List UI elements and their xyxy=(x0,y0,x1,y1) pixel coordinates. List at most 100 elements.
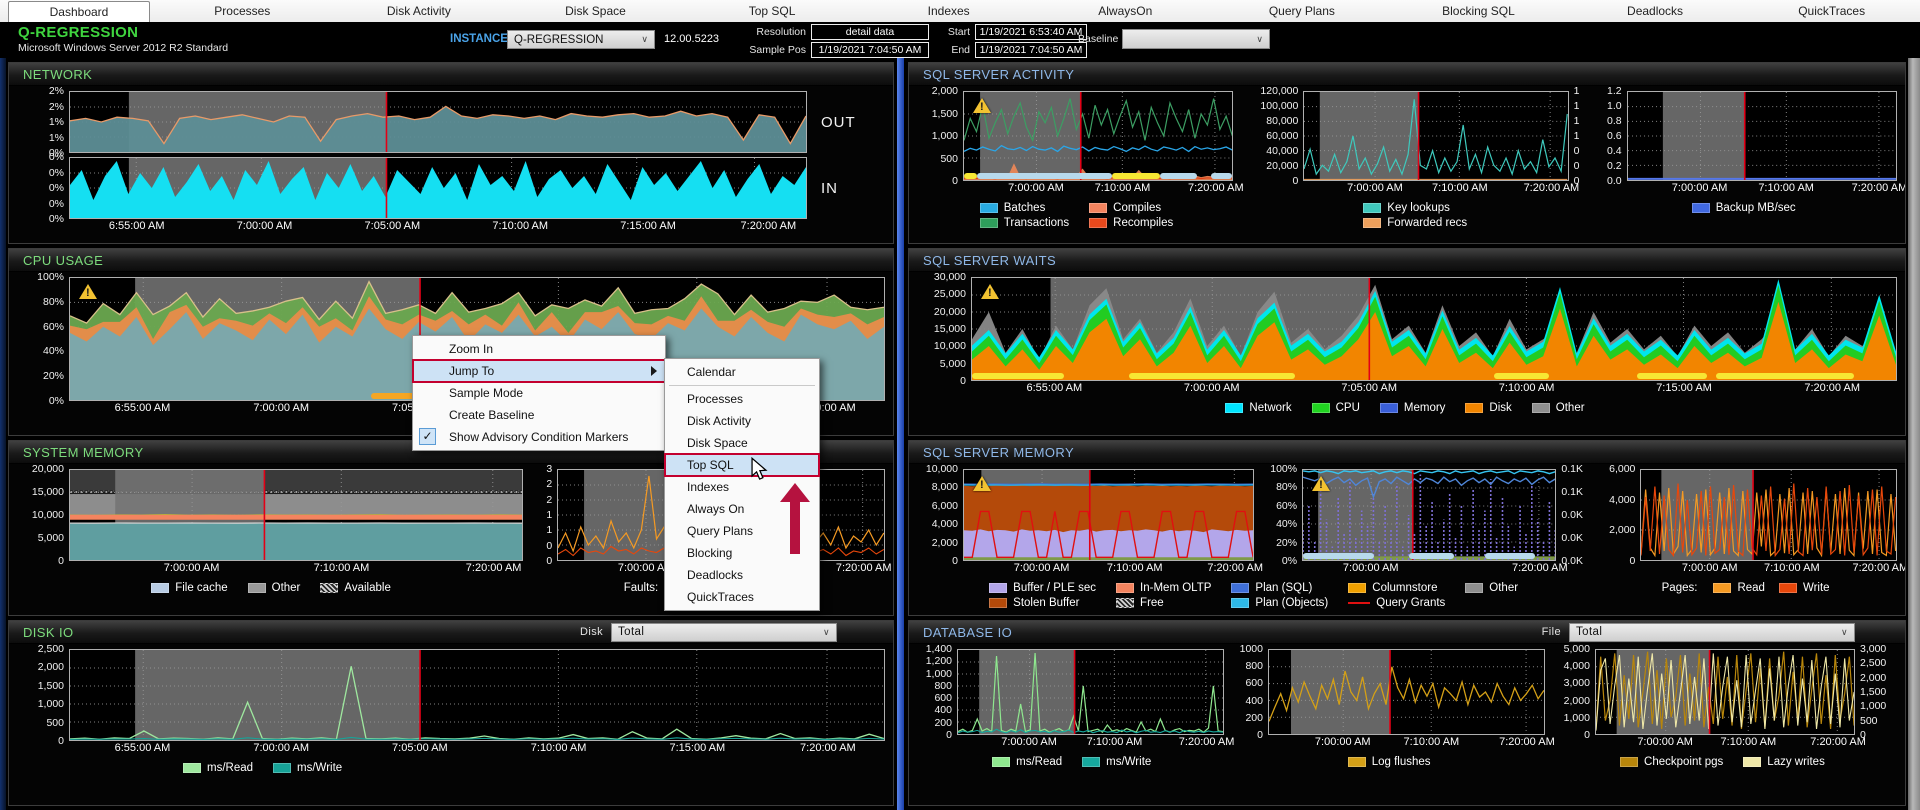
tab-disk-activity[interactable]: Disk Activity xyxy=(331,0,508,22)
submenu-item-disk-space[interactable]: Disk Space xyxy=(665,432,819,454)
baseline-dropdown[interactable]: ∨ xyxy=(1122,29,1270,49)
menu-item-show-advisory-condition-markers[interactable]: Show Advisory Condition Markers ✓ xyxy=(413,426,665,448)
legend-swatch-icon xyxy=(1348,602,1371,604)
backup-legend: Backup MB/sec xyxy=(1691,202,1796,214)
buffer-memory-chart[interactable]: 10,0008,0006,0004,0002,00007:00:00 AM7:1… xyxy=(913,463,1263,576)
context-menu: Zoom In Jump To Sample Mode Create Baseline… xyxy=(412,335,666,451)
legend-swatch-icon xyxy=(1089,203,1108,213)
x-axis-label: 7:20:00 AM xyxy=(1207,562,1263,574)
start-field[interactable]: 1/19/2021 6:53:40 AM xyxy=(975,24,1087,40)
legend-item-ms-read: ms/Read xyxy=(992,756,1062,768)
tab-blocking-sql[interactable]: Blocking SQL xyxy=(1390,0,1567,22)
network-out-chart[interactable]: 2% 2% 1% 1% 0% OUT xyxy=(13,85,885,159)
legend-swatch-icon xyxy=(992,757,1011,767)
x-axis-label: 7:20:00 AM xyxy=(1851,182,1906,194)
tab-indexes[interactable]: Indexes xyxy=(860,0,1037,22)
menu-item-zoom-in[interactable]: Zoom In xyxy=(413,338,665,360)
warning-icon[interactable] xyxy=(973,98,991,113)
warning-icon[interactable] xyxy=(79,284,97,299)
chart-side-label: OUT xyxy=(821,113,856,131)
right-column: SQL SERVER ACTIVITY 2,0001,5001,00050007… xyxy=(908,62,1906,806)
advisory-marker xyxy=(1494,373,1550,379)
tab-processes[interactable]: Processes xyxy=(154,0,331,22)
log-flushes-chart[interactable]: 1000 800 600 400 200 0 7:00:00 AM 7:10:00 AM 7:2… xyxy=(1234,643,1555,750)
warning-icon[interactable] xyxy=(973,476,991,491)
legend-item-lazy-writes: Lazy writes xyxy=(1743,756,1825,768)
legend-swatch-icon xyxy=(1348,583,1367,593)
panel-title: CPU USAGE xyxy=(23,252,104,268)
legend-item-batches: Batches xyxy=(979,202,1069,214)
x-axis-label: 7:20:00 AM xyxy=(800,742,856,754)
legend-item-plan-sql: Plan (SQL) xyxy=(1231,582,1328,594)
submenu-item-disk-activity[interactable]: Disk Activity xyxy=(665,410,819,432)
tab-deadlocks[interactable]: Deadlocks xyxy=(1567,0,1744,22)
legend-swatch-icon xyxy=(1116,598,1135,608)
server-name: Q-REGRESSION xyxy=(18,24,139,41)
sql-waits-chart[interactable]: 30,00025,00020,00015,00010,0005,00006:55… xyxy=(913,271,1897,396)
legend-item-recompiles: Recompiles xyxy=(1089,217,1173,229)
chevron-down-icon: ∨ xyxy=(823,626,830,637)
legend-swatch-icon xyxy=(1465,403,1484,413)
submenu-item-quicktraces[interactable]: QuickTraces xyxy=(665,586,819,608)
tab-top-sql[interactable]: Top SQL xyxy=(684,0,861,22)
menu-item-jump-to[interactable]: Jump To xyxy=(412,359,666,383)
tab-alwayson[interactable]: AlwaysOn xyxy=(1037,0,1214,22)
instance-dropdown[interactable]: Q-REGRESSION ∨ xyxy=(507,30,655,49)
x-axis-label: 7:20:00 AM xyxy=(1810,736,1866,748)
legend-item-ms-read: ms/Read xyxy=(183,762,253,774)
x-axis-label: 6:55:00 AM xyxy=(108,220,165,232)
key-lookups-chart[interactable]: 120,000 100,000 80,000 60,000 40,000 20,000 0 1… xyxy=(1243,85,1586,196)
x-axis-label: 7:20:00 AM xyxy=(1499,736,1555,748)
x-axis-label: 7:00:00 AM xyxy=(236,220,293,232)
x-axis-label: 7:00:00 AM xyxy=(1314,736,1371,748)
tab-bar: Dashboard Processes Disk Activity Disk Spac… xyxy=(0,0,1920,23)
x-axis-label: 7:00:00 AM xyxy=(1681,562,1738,574)
tab-disk-space[interactable]: Disk Space xyxy=(507,0,684,22)
disk-io-legend: ms/Read ms/Write xyxy=(183,762,342,774)
log-flushes-legend: Log flushes xyxy=(1347,756,1431,768)
db-latency-chart[interactable]: 1,400 1,200 1,000 800 600 400 200 0 7:00:00 AM 7:… xyxy=(913,643,1235,750)
legend-item-in-mem-oltp: In-Mem OLTP xyxy=(1116,582,1211,594)
end-field[interactable]: 1/19/2021 7:04:50 AM xyxy=(975,42,1087,58)
dashboard-grid: NETWORK 2% 2% 1% 1% 0% OUT 0% 0% 0% 0% 0% IN 6:55:0… xyxy=(0,58,1920,810)
tab-dashboard[interactable]: Dashboard xyxy=(8,1,150,22)
header: Q-REGRESSION Microsoft Windows Server 20… xyxy=(0,22,1920,58)
submenu-item-processes[interactable]: Processes xyxy=(665,388,819,410)
right-scrollbar-strip[interactable] xyxy=(1908,58,1920,810)
disk-io-chart[interactable]: 2,500 2,000 1,500 1,000 500 0 6:55:00 AM 7:00:0… xyxy=(13,643,885,756)
menu-item-sample-mode[interactable]: Sample Mode xyxy=(413,382,665,404)
file-dropdown[interactable]: Total ∨ xyxy=(1569,622,1855,642)
legend-item-ms-write: ms/Write xyxy=(1082,756,1151,768)
submenu-item-calendar[interactable]: Calendar xyxy=(665,361,819,383)
pages-chart[interactable]: 6,000 4,000 2,000 0 7:00:00 AM 7:10:00 AM 7:20… xyxy=(1600,463,1905,576)
disk-dropdown[interactable]: Total ∨ xyxy=(611,622,837,642)
legend-swatch-icon xyxy=(1465,583,1484,593)
menu-item-create-baseline[interactable]: Create Baseline xyxy=(413,404,665,426)
legend-swatch-icon xyxy=(1691,203,1710,213)
submenu-item-deadlocks[interactable]: Deadlocks xyxy=(665,564,819,586)
system-memory-chart[interactable]: 20,000 15,000 10,000 5,000 0 7:00:00 AM 7:10:0… xyxy=(13,463,524,576)
x-axis-label: 7:05:00 AM xyxy=(392,742,448,754)
cache-hit-chart[interactable]: 100%80%60%40%20%0%0.1K0.1K0.0K0.0K0.0K7:… xyxy=(1264,463,1590,576)
warning-icon[interactable] xyxy=(1312,476,1331,491)
resolution-field[interactable]: detail data xyxy=(811,24,929,40)
network-in-chart[interactable]: 0% 0% 0% 0% 0% IN 6:55:00 AM 7:00:00 AM 7:05:00 … xyxy=(13,151,885,234)
batches-transactions-chart[interactable]: 2,0001,5001,00050007:00:00 AM7:10:00 AM7… xyxy=(913,85,1244,196)
samplepos-field[interactable]: 1/19/2021 7:04:50 AM xyxy=(811,42,929,58)
checkpoint-chart[interactable]: 5,000 4,000 3,000 2,000 1,000 0 3,000 2,500 2,00… xyxy=(1555,643,1897,750)
time-fields: Resolution detail data Start 1/19/2021 6… xyxy=(740,24,1087,58)
submenu-item-top-sql[interactable]: Top SQL xyxy=(664,453,820,477)
legend-item-query-grants: Query Grants xyxy=(1348,597,1445,609)
chevron-down-icon: ∨ xyxy=(1256,33,1263,44)
tab-query-plans[interactable]: Query Plans xyxy=(1214,0,1391,22)
backup-chart[interactable]: 1.2 1.0 0.8 0.6 0.4 0.2 0.0 7:00:00 AM 7:10:00 A… xyxy=(1597,85,1905,196)
left-edge-strip xyxy=(0,58,6,810)
column-splitter[interactable] xyxy=(897,58,904,810)
tab-quicktraces[interactable]: QuickTraces xyxy=(1743,0,1920,22)
panel-title: DISK IO xyxy=(23,624,74,640)
x-axis-label: 7:10:00 AM xyxy=(1106,562,1163,574)
checkbox-checked-icon[interactable]: ✓ xyxy=(419,428,436,445)
legend-item-other: Other xyxy=(1465,582,1518,594)
warning-icon[interactable] xyxy=(981,284,999,299)
x-axis-label: 7:20:00 AM xyxy=(1512,562,1568,574)
